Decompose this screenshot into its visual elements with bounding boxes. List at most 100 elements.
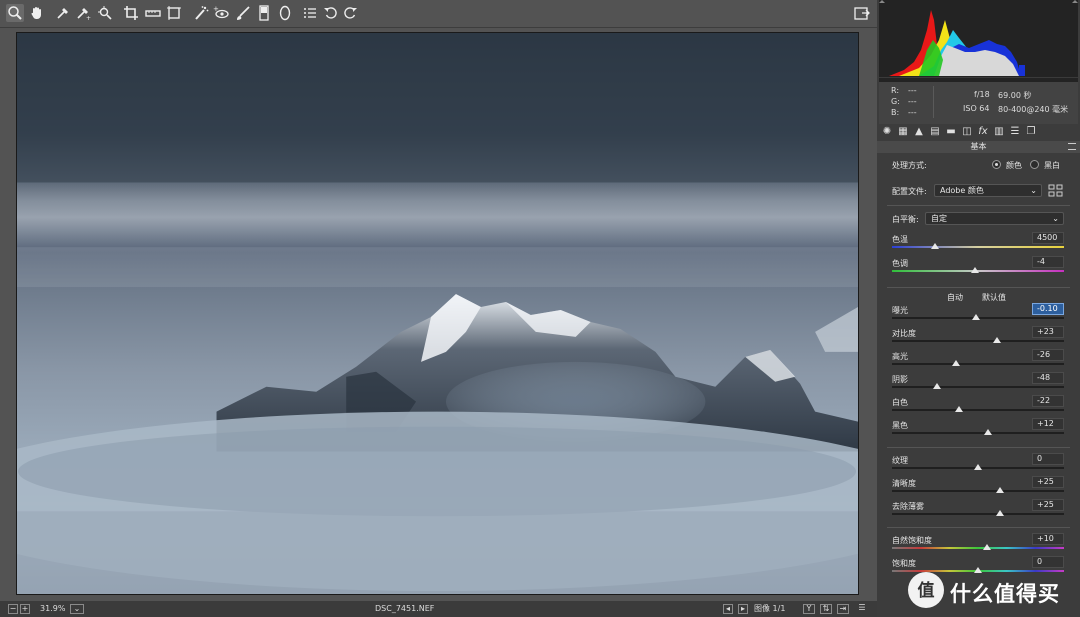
tone-curve-tab-icon[interactable]: ▦: [897, 126, 909, 138]
before-after-y-icon[interactable]: Y: [803, 604, 815, 614]
slider-value-field[interactable]: +25: [1032, 476, 1064, 488]
zoom-out-button[interactable]: −: [8, 604, 18, 614]
svg-text:+: +: [213, 5, 219, 13]
slider-value-field[interactable]: +23: [1032, 326, 1064, 338]
slider-thumb[interactable]: [972, 314, 981, 320]
slider-value-field[interactable]: 0: [1032, 556, 1064, 568]
divider: [887, 287, 1070, 288]
copy-settings-icon[interactable]: ⇥: [837, 604, 849, 614]
slider-value-field[interactable]: -4: [1032, 256, 1064, 268]
zoom-dropdown-chevron-icon[interactable]: ⌄: [70, 604, 84, 614]
slider-thumb[interactable]: [931, 243, 939, 249]
transform-tool-icon[interactable]: [165, 4, 183, 22]
slider-thumb[interactable]: [982, 544, 991, 550]
white-balance-dropdown[interactable]: 自定 ⌄: [925, 212, 1064, 225]
lens-info: 80-400@240 毫米: [998, 105, 1069, 114]
histogram-graph: [879, 0, 1078, 82]
white-balance-value: 自定: [931, 214, 947, 223]
lens-tab-icon[interactable]: ◫: [961, 126, 973, 138]
slider-track[interactable]: [892, 246, 1064, 248]
slider-value-field[interactable]: +12: [1032, 418, 1064, 430]
preview-preferences-icon[interactable]: ☰: [855, 604, 869, 614]
treatment-bw-radio[interactable]: [1030, 160, 1039, 169]
adjustment-brush-icon[interactable]: [234, 4, 252, 22]
crop-tool-icon[interactable]: [122, 4, 140, 22]
slider-track[interactable]: [892, 490, 1064, 492]
slider-thumb[interactable]: [995, 510, 1004, 516]
white-balance-label: 白平衡:: [892, 215, 919, 224]
slider-label: 对比度: [892, 329, 916, 338]
hand-tool-icon[interactable]: [28, 4, 46, 22]
fullscreen-toggle-icon[interactable]: [853, 4, 871, 22]
treatment-color-label: 颜色: [1006, 161, 1022, 170]
graduated-filter-icon[interactable]: [255, 4, 273, 22]
profile-browser-icon[interactable]: [1048, 184, 1064, 197]
slider-label: 色调: [892, 259, 908, 268]
basic-tab-icon[interactable]: ✺: [881, 126, 893, 138]
profile-label: 配置文件:: [892, 187, 927, 196]
rotate-right-icon[interactable]: [341, 4, 359, 22]
slider-value-field[interactable]: -26: [1032, 349, 1064, 361]
slider-thumb[interactable]: [974, 464, 982, 470]
slider-track[interactable]: [892, 432, 1064, 434]
default-button[interactable]: 默认值: [982, 292, 1006, 303]
slider-track[interactable]: [892, 363, 1064, 365]
slider-thumb[interactable]: [955, 406, 964, 412]
exif-info: R: --- G: --- B: --- f/18 69.00 秒 ISO 64…: [879, 82, 1078, 124]
slider-label: 纹理: [892, 456, 908, 465]
slider-track[interactable]: [892, 386, 1064, 388]
slider-value-field[interactable]: 4500: [1032, 232, 1064, 244]
zoom-tool-icon[interactable]: [6, 4, 24, 22]
g-value: ---: [908, 97, 917, 106]
previous-image-button[interactable]: ◂: [723, 604, 733, 614]
watermark-logo-char: 值: [918, 580, 935, 601]
next-image-button[interactable]: ▸: [738, 604, 748, 614]
slider-thumb[interactable]: [932, 383, 941, 389]
slider-label: 饱和度: [892, 559, 916, 568]
detail-tab-icon[interactable]: ▲: [913, 126, 925, 138]
toolbar: + +: [0, 0, 877, 28]
photo-preview: [16, 32, 859, 595]
slider-value-field[interactable]: 0: [1032, 453, 1064, 465]
color-sampler-tool-icon[interactable]: +: [74, 4, 92, 22]
straighten-tool-icon[interactable]: [144, 4, 162, 22]
info-divider: [933, 86, 934, 118]
slider-value-field[interactable]: -0.10: [1032, 303, 1064, 315]
slider-thumb[interactable]: [970, 267, 979, 273]
slider-thumb[interactable]: [995, 487, 1004, 493]
panel-menu-icon[interactable]: [1068, 143, 1076, 150]
slider-value-field[interactable]: -48: [1032, 372, 1064, 384]
split-toning-tab-icon[interactable]: ▬: [945, 126, 957, 138]
slider-track[interactable]: [892, 547, 1064, 549]
effects-tab-icon[interactable]: fx: [977, 126, 989, 138]
divider: [887, 447, 1070, 448]
image-preview-area[interactable]: [0, 28, 877, 601]
slider-track[interactable]: [892, 513, 1064, 515]
adjustment-panel: R: --- G: --- B: --- f/18 69.00 秒 ISO 64…: [877, 0, 1080, 617]
snapshots-tab-icon[interactable]: ❐: [1025, 126, 1037, 138]
red-eye-tool-icon[interactable]: +: [212, 4, 230, 22]
radial-filter-icon[interactable]: [276, 4, 294, 22]
slider-thumb[interactable]: [984, 429, 993, 435]
slider-value-field[interactable]: +25: [1032, 499, 1064, 511]
zoom-in-button[interactable]: +: [20, 604, 30, 614]
spot-removal-tool-icon[interactable]: [192, 4, 210, 22]
calibration-tab-icon[interactable]: ▥: [993, 126, 1005, 138]
treatment-color-radio[interactable]: [992, 160, 1001, 169]
white-balance-tool-icon[interactable]: [54, 4, 72, 22]
rotate-left-icon[interactable]: [322, 4, 340, 22]
slider-thumb[interactable]: [951, 360, 960, 366]
auto-button[interactable]: 自动: [947, 292, 963, 303]
profile-dropdown[interactable]: Adobe 颜色 ⌄: [934, 184, 1042, 197]
presets-tab-icon[interactable]: ☰: [1009, 126, 1021, 138]
slider-track[interactable]: [892, 340, 1064, 342]
slider-thumb[interactable]: [992, 337, 1001, 343]
targeted-adjustment-tool-icon[interactable]: [96, 4, 114, 22]
slider-track[interactable]: [892, 409, 1064, 411]
slider-value-field[interactable]: -22: [1032, 395, 1064, 407]
swap-settings-icon[interactable]: ⇅: [820, 604, 832, 614]
slider-value-field[interactable]: +10: [1032, 533, 1064, 545]
watermark-logo: 值: [908, 572, 944, 608]
preferences-list-icon[interactable]: [301, 4, 319, 22]
hsl-tab-icon[interactable]: ▤: [929, 126, 941, 138]
